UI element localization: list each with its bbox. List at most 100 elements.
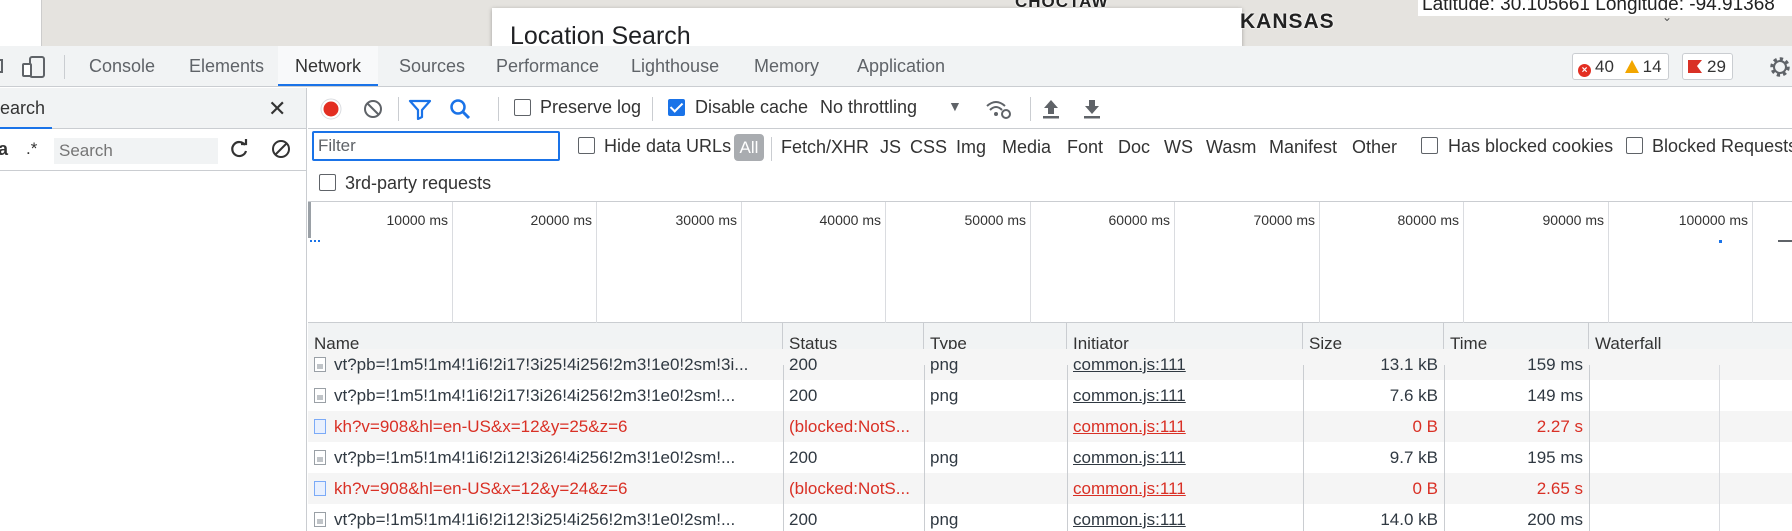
record-icon[interactable]	[320, 98, 342, 120]
filter-type-media[interactable]: Media	[1002, 137, 1051, 158]
filter-type-ws[interactable]: WS	[1164, 137, 1193, 158]
cell-text: png	[930, 510, 959, 529]
page-edge	[0, 0, 42, 46]
cell-text: 149 ms	[1527, 386, 1583, 405]
cell-text: 14.0 kB	[1380, 510, 1438, 529]
filter-icon[interactable]	[408, 98, 432, 120]
error-warning-counter[interactable]: × 40 14	[1572, 53, 1669, 80]
table-row[interactable]: kh?v=908&hl=en-US&x=12&y=24&z=6 (blocked:…	[308, 473, 1792, 504]
cell-initiator[interactable]: common.js:111	[1067, 411, 1303, 442]
device-toolbar-icon[interactable]	[22, 56, 46, 78]
table-row[interactable]: vt?pb=!1m5!1m4!1i6!2i12!3i26!4i256!2m3!1…	[308, 442, 1792, 473]
filter-type-manifest[interactable]: Manifest	[1269, 137, 1337, 158]
cell-text: common.js:111	[1073, 355, 1186, 374]
disable-cache-checkbox[interactable]	[668, 99, 685, 116]
dropdown-arrow-icon[interactable]: ▼	[948, 98, 962, 114]
close-icon[interactable]: ✕	[268, 96, 286, 122]
filter-type-doc[interactable]: Doc	[1118, 137, 1150, 158]
filter-type-wasm[interactable]: Wasm	[1206, 137, 1256, 158]
filter-type-font[interactable]: Font	[1067, 137, 1103, 158]
cell-text: 159 ms	[1527, 355, 1583, 374]
timeline-tick-label: 80000 ms	[1397, 212, 1459, 228]
chevron-down-icon[interactable]: ⌄	[1662, 10, 1672, 24]
filter-type-css[interactable]: CSS	[910, 137, 947, 158]
tab-console[interactable]: Console	[72, 46, 172, 86]
tab-memory[interactable]: Memory	[737, 46, 836, 86]
hide-data-urls-label: Hide data URLs	[604, 136, 732, 156]
document-file-icon	[314, 481, 326, 496]
filter-type-all[interactable]: All	[734, 134, 764, 161]
overview-activity-mark	[1778, 240, 1792, 242]
hide-data-urls-checkbox[interactable]	[578, 137, 595, 154]
throttling-select[interactable]: No throttling	[820, 97, 917, 118]
inspect-element-icon[interactable]	[0, 56, 10, 76]
table-row[interactable]: vt?pb=!1m5!1m4!1i6!2i17!3i26!4i256!2m3!1…	[308, 380, 1792, 411]
network-conditions-icon[interactable]	[984, 97, 1012, 121]
filter-type-fetch-xhr[interactable]: Fetch/XHR	[781, 137, 869, 158]
disable-cache-label: Disable cache	[695, 97, 809, 117]
issues-flag-icon	[1688, 60, 1702, 73]
cell-initiator[interactable]: common.js:111	[1067, 442, 1303, 473]
grid-line	[1174, 202, 1175, 323]
search-icon[interactable]	[448, 97, 472, 121]
match-case-toggle[interactable]: a	[0, 139, 8, 160]
coordinates-readout: Latitude: 30.105661 Longitude: -94.91368	[1418, 0, 1792, 16]
cell-status: (blocked:NotS...	[783, 411, 924, 442]
cell-text: 9.7 kB	[1389, 448, 1438, 467]
table-row[interactable]: vt?pb=!1m5!1m4!1i6!2i12!3i25!4i256!2m3!1…	[308, 504, 1792, 531]
error-icon: ×	[1578, 64, 1591, 77]
cell-text: 200 ms	[1527, 510, 1583, 529]
filter-input[interactable]	[312, 131, 560, 161]
divider	[398, 97, 399, 121]
tab-label: Application	[857, 56, 946, 76]
tab-label: Elements	[189, 56, 265, 76]
tab-sources[interactable]: Sources	[382, 46, 482, 86]
grid-line	[885, 202, 886, 323]
gear-icon[interactable]	[1768, 55, 1792, 79]
network-toolbar: Preserve log Disable cache No throttling…	[308, 88, 1792, 129]
tab-lighthouse[interactable]: Lighthouse	[614, 46, 736, 86]
filter-type-other[interactable]: Other	[1352, 137, 1397, 158]
grid-line	[596, 202, 597, 323]
grid-line	[1608, 202, 1609, 323]
tab-performance[interactable]: Performance	[479, 46, 616, 86]
cell-name: vt?pb=!1m5!1m4!1i6!2i17!3i25!4i256!2m3!1…	[308, 349, 783, 380]
upload-har-icon[interactable]	[1040, 97, 1062, 121]
tab-elements[interactable]: Elements	[172, 46, 281, 86]
cell-initiator[interactable]: common.js:111	[1067, 380, 1303, 411]
third-party-checkbox[interactable]	[319, 174, 336, 191]
overview-start-marker	[308, 202, 311, 238]
cell-type: png	[924, 442, 1067, 473]
network-overview-timeline[interactable]: 10000 ms 20000 ms 30000 ms 40000 ms 5000…	[308, 202, 1792, 323]
issues-counter[interactable]: 29	[1682, 53, 1733, 80]
cell-name: vt?pb=!1m5!1m4!1i6!2i17!3i26!4i256!2m3!1…	[308, 380, 783, 411]
tab-label: Network	[295, 56, 362, 76]
filter-type-js[interactable]: JS	[880, 137, 901, 158]
clear-icon[interactable]	[270, 138, 292, 160]
search-panel-header: earch ✕	[0, 88, 306, 129]
regex-toggle[interactable]: .*	[26, 139, 37, 159]
tab-application[interactable]: Application	[840, 46, 962, 86]
download-har-icon[interactable]	[1081, 97, 1103, 121]
cell-text: 200	[789, 355, 818, 374]
blocked-requests-checkbox[interactable]	[1626, 137, 1643, 154]
cell-text: 200	[789, 448, 818, 467]
has-blocked-cookies-checkbox[interactable]	[1421, 137, 1438, 154]
cell-status: 200	[783, 442, 924, 473]
table-row[interactable]: vt?pb=!1m5!1m4!1i6!2i17!3i25!4i256!2m3!1…	[308, 349, 1792, 380]
search-panel-title[interactable]: earch	[0, 98, 45, 119]
tab-network[interactable]: Network	[278, 46, 379, 86]
cell-name: kh?v=908&hl=en-US&x=12&y=25&z=6	[308, 411, 783, 442]
table-row[interactable]: kh?v=908&hl=en-US&x=12&y=25&z=6 (blocked:…	[308, 411, 1792, 442]
cell-initiator[interactable]: common.js:111	[1067, 349, 1303, 380]
search-input[interactable]	[54, 138, 218, 164]
image-file-icon	[314, 450, 326, 465]
cell-initiator[interactable]: common.js:111	[1067, 473, 1303, 504]
cell-initiator[interactable]: common.js:111	[1067, 504, 1303, 531]
has-blocked-cookies-label: Has blocked cookies	[1448, 136, 1614, 156]
filter-type-img[interactable]: Img	[956, 137, 986, 158]
cell-time: 149 ms	[1444, 380, 1589, 411]
preserve-log-checkbox[interactable]	[514, 99, 531, 116]
refresh-icon[interactable]	[228, 138, 250, 160]
clear-log-icon[interactable]	[362, 98, 384, 120]
